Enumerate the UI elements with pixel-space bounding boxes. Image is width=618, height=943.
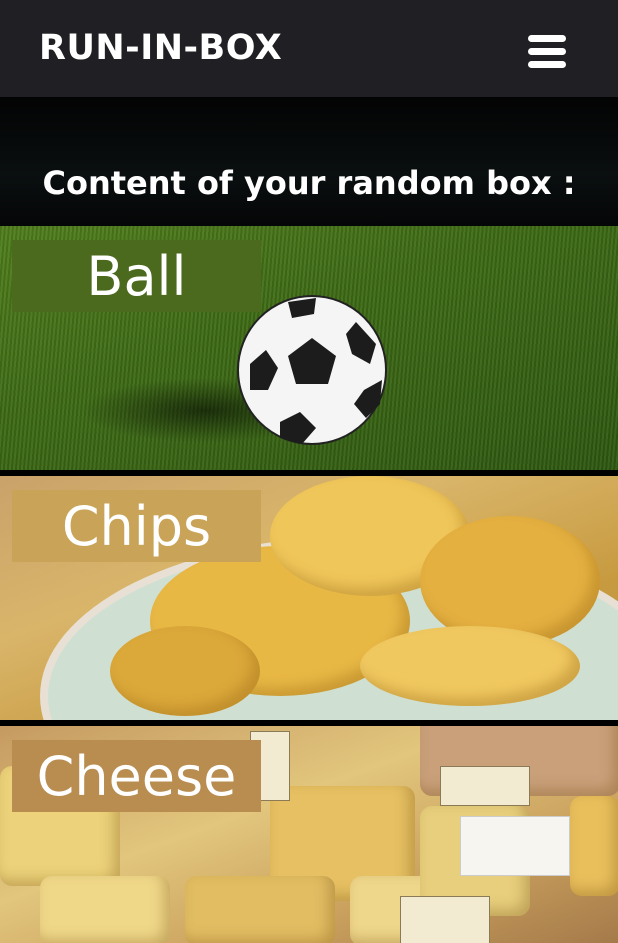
- page-title: Content of your random box :: [42, 164, 576, 202]
- item-label: Cheese: [12, 740, 261, 812]
- hamburger-menu-icon[interactable]: [526, 33, 570, 69]
- paper-image: [460, 816, 570, 876]
- navbar: RUN-IN-BOX: [0, 0, 618, 97]
- menu-bar: [528, 48, 566, 55]
- menu-bar: [528, 61, 566, 68]
- box-item-chips[interactable]: Chips: [0, 476, 618, 720]
- item-label: Chips: [12, 490, 261, 562]
- cheese-image: [570, 796, 618, 896]
- price-tag-image: [440, 766, 530, 806]
- box-item-ball[interactable]: Ball: [0, 226, 618, 470]
- intro-section: [0, 97, 618, 226]
- soccer-ball-image: [237, 295, 387, 445]
- item-label: Ball: [12, 240, 261, 312]
- brand-logo[interactable]: RUN-IN-BOX: [39, 28, 282, 68]
- chip-image: [360, 626, 580, 706]
- menu-bar: [528, 35, 566, 42]
- cheese-image: [185, 876, 335, 943]
- box-item-cheese[interactable]: Cheese: [0, 726, 618, 943]
- price-tag-image: [400, 896, 490, 943]
- cheese-image: [40, 876, 170, 943]
- chip-image: [110, 626, 260, 716]
